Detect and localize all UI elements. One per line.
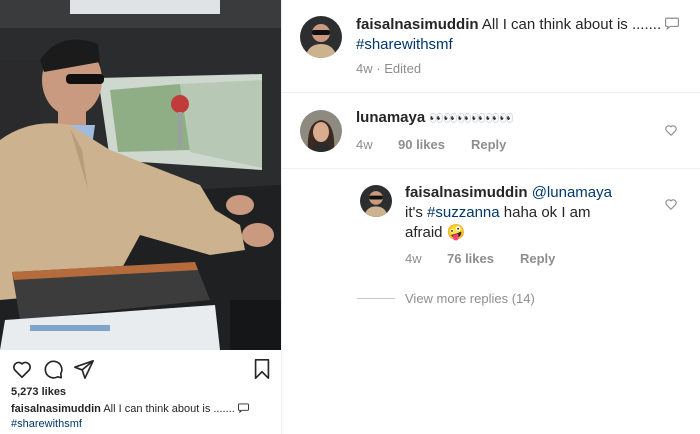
comment-time[interactable]: 4w: [405, 251, 422, 266]
edited-label: Edited: [384, 61, 422, 76]
header-comment: faisalnasimuddin All I can think about i…: [356, 15, 686, 55]
reply-text: it's: [405, 204, 423, 221]
comment-time[interactable]: 4w: [356, 137, 373, 152]
section-divider: [282, 168, 700, 169]
caption-text: All I can think about is .......: [103, 403, 235, 415]
comment-hashtag[interactable]: #suzzanna: [427, 204, 500, 221]
reply-meta: 4w 76 likes Reply: [405, 251, 625, 266]
heart-icon[interactable]: [11, 358, 33, 380]
comment-time[interactable]: 4w: [356, 61, 373, 76]
comment-username[interactable]: faisalnasimuddin: [405, 184, 528, 201]
reply-button[interactable]: Reply: [520, 251, 555, 266]
caption-hashtag[interactable]: #sharewithsmf: [11, 418, 82, 430]
comment-username[interactable]: lunamaya: [356, 109, 425, 126]
post-actions: [11, 358, 273, 380]
comments-panel: faisalnasimuddin All I can think about i…: [282, 0, 700, 434]
comment-lunamaya: lunamaya 👀👀👀👀👀👀: [356, 108, 656, 128]
heart-icon[interactable]: [664, 197, 678, 211]
post-photo[interactable]: [0, 0, 281, 350]
caption-username[interactable]: faisalnasimuddin: [11, 403, 101, 415]
comment-text: 👀👀👀👀👀👀: [429, 111, 514, 125]
share-icon[interactable]: [73, 358, 95, 380]
header-comment-meta: 4w · Edited: [356, 61, 422, 76]
comment-likes[interactable]: 90 likes: [398, 137, 445, 152]
reply-text: afraid: [405, 224, 443, 241]
comment-username[interactable]: faisalnasimuddin: [356, 16, 479, 33]
likes-count[interactable]: 5,273 likes: [11, 386, 66, 398]
profile-photo: [360, 185, 392, 217]
heart-icon[interactable]: [664, 123, 678, 137]
speech-bubble-icon: [665, 17, 680, 31]
profile-photo: [300, 110, 342, 152]
post-caption: faisalnasimuddin All I can think about i…: [11, 402, 276, 432]
speech-bubble-icon: [237, 403, 249, 414]
avatar[interactable]: [300, 110, 342, 152]
view-more-replies[interactable]: View more replies (14): [405, 291, 535, 306]
mention-link[interactable]: @lunamaya: [532, 184, 612, 201]
comment-likes[interactable]: 76 likes: [447, 251, 494, 266]
section-divider: [282, 92, 700, 93]
avatar[interactable]: [360, 185, 392, 217]
post-image: [0, 0, 281, 350]
post-panel: 5,273 likes faisalnasimuddin All I can t…: [0, 0, 281, 434]
reply-button[interactable]: Reply: [471, 137, 506, 152]
replies-line: [357, 298, 395, 299]
comment-icon[interactable]: [42, 358, 64, 380]
comment-text: All I can think about is .......: [481, 16, 662, 33]
emoji: 🤪: [446, 224, 466, 241]
comment-hashtag[interactable]: #sharewithsmf: [356, 36, 453, 53]
bookmark-icon[interactable]: [251, 358, 273, 380]
comment-meta: 4w 90 likes Reply: [356, 137, 576, 152]
avatar[interactable]: [300, 16, 342, 58]
profile-photo: [300, 16, 342, 58]
reply-comment: faisalnasimuddin @lunamaya it's #suzzann…: [405, 183, 665, 243]
reply-text: haha ok I am: [503, 204, 591, 221]
